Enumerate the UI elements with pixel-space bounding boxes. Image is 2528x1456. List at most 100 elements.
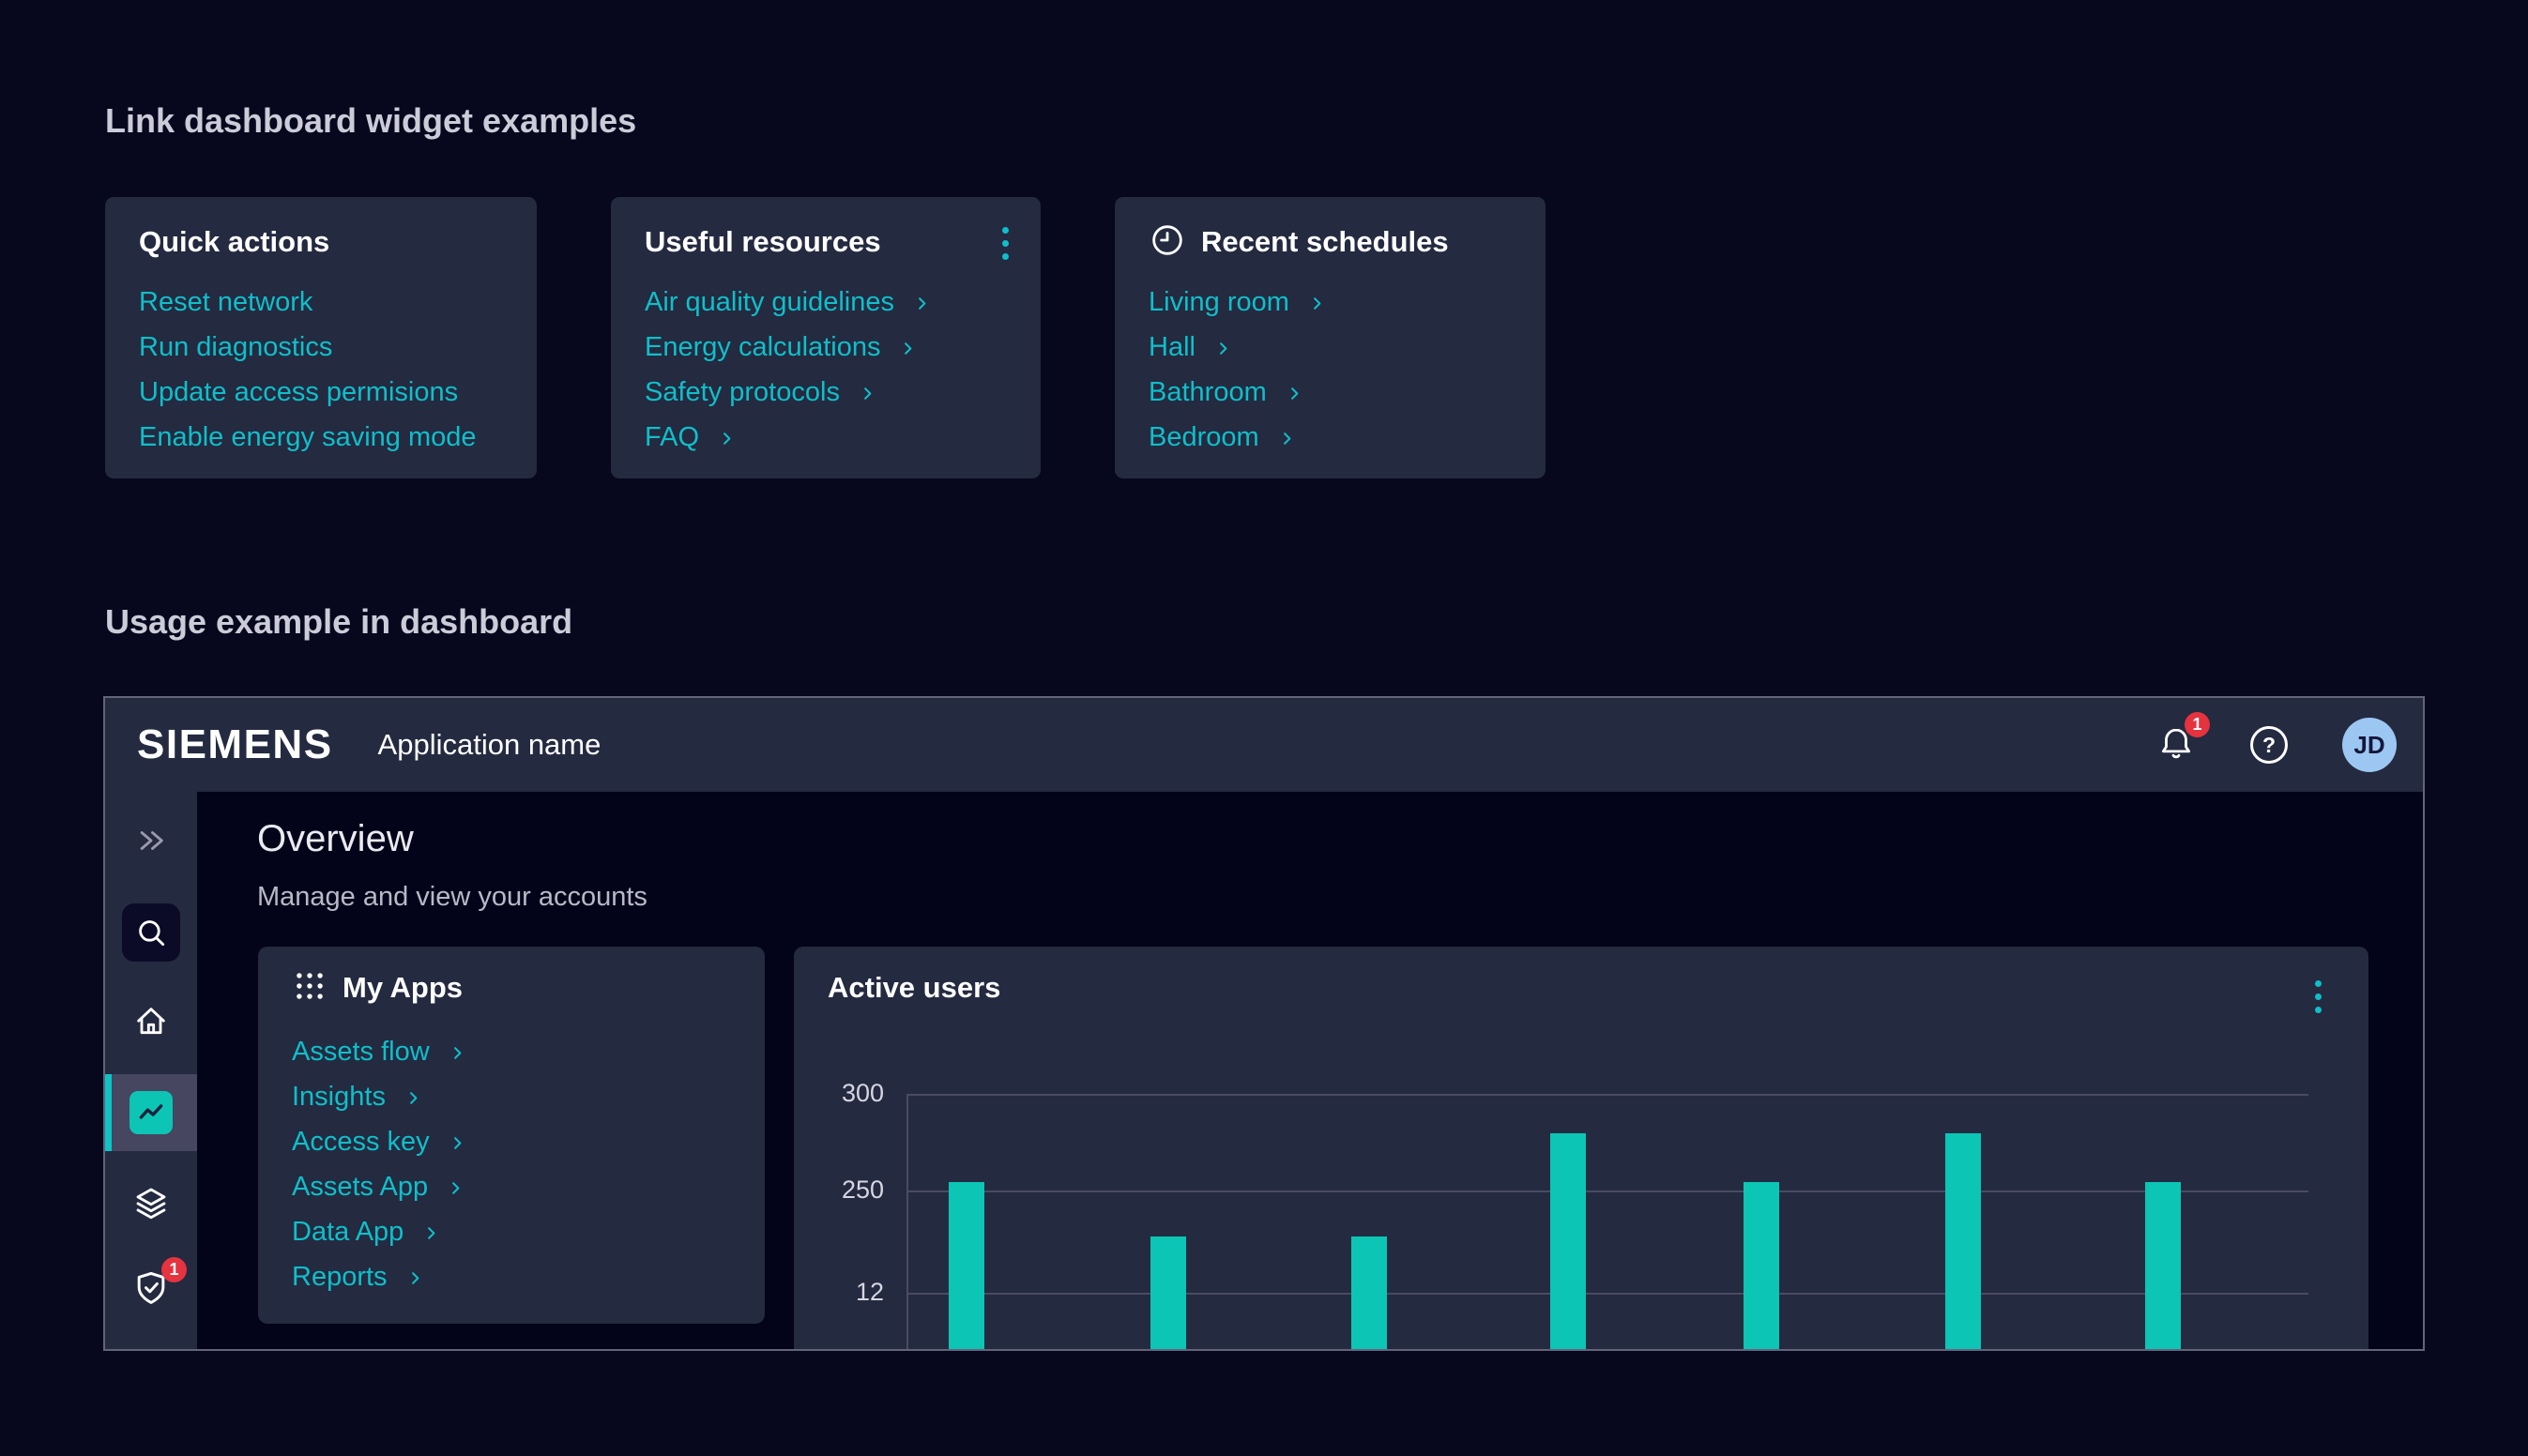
link-list: Assets flow Insights Access key Assets App D… bbox=[292, 1029, 737, 1299]
link-item: Enable energy saving mode bbox=[139, 415, 509, 460]
widget-card-recent-schedules: Recent schedules Living roomHallBathroom… bbox=[1115, 197, 1546, 478]
chevron-right-icon bbox=[445, 1177, 466, 1199]
chevron-right-icon bbox=[911, 293, 933, 314]
chevron-right-icon bbox=[447, 1132, 468, 1154]
widget-link[interactable]: Data App bbox=[292, 1217, 442, 1248]
widget-link[interactable]: Bathroom bbox=[1149, 377, 1305, 408]
widget-link[interactable]: Bedroom bbox=[1149, 422, 1298, 453]
y-tick-label: 300 bbox=[795, 1079, 884, 1108]
link-item: Energy calculations bbox=[645, 325, 1013, 370]
chevron-right-icon bbox=[897, 338, 919, 359]
my-apps-widget: My Apps Assets flowInsightsAccess keyAss… bbox=[258, 947, 765, 1324]
widget-link[interactable]: Insights bbox=[292, 1082, 424, 1113]
widget-link[interactable]: Access key bbox=[292, 1127, 468, 1158]
link-item: Assets flow bbox=[292, 1029, 737, 1074]
gridline bbox=[906, 1293, 2308, 1295]
link-item: Living room bbox=[1149, 280, 1517, 325]
widget-link[interactable]: Air quality guidelines bbox=[645, 287, 933, 318]
sidebar-item-analytics-active[interactable] bbox=[105, 1074, 197, 1151]
chevron-right-icon bbox=[857, 383, 878, 404]
double-chevron-right-icon bbox=[135, 825, 167, 859]
clock-icon bbox=[1149, 221, 1186, 264]
link-item: Data App bbox=[292, 1209, 737, 1254]
section-title-widgets: Link dashboard widget examples bbox=[105, 101, 636, 141]
widget-link[interactable]: Living room bbox=[1149, 287, 1328, 318]
widget-link[interactable]: Reset network bbox=[139, 287, 312, 318]
active-users-widget: Active users 30025012 bbox=[794, 947, 2368, 1351]
widget-link[interactable]: Enable energy saving mode bbox=[139, 422, 477, 453]
header-actions: 1 ? JD bbox=[2156, 718, 2397, 772]
link-label: FAQ bbox=[645, 422, 699, 453]
widget-link[interactable]: Update access permisions bbox=[139, 377, 458, 408]
widget-link[interactable]: FAQ bbox=[645, 422, 738, 453]
home-icon bbox=[132, 1003, 170, 1043]
link-item: Run diagnostics bbox=[139, 325, 509, 370]
link-label: Safety protocols bbox=[645, 377, 840, 408]
card-title: My Apps bbox=[343, 971, 463, 1005]
sidebar-item-layers[interactable] bbox=[105, 1181, 197, 1226]
widget-link[interactable]: Hall bbox=[1149, 332, 1234, 363]
widget-link[interactable]: Reports bbox=[292, 1262, 426, 1293]
link-item: Bedroom bbox=[1149, 415, 1517, 460]
notifications-button[interactable]: 1 bbox=[2156, 724, 2196, 766]
sidebar-expand-button[interactable] bbox=[105, 822, 197, 861]
sidebar-nav: 1 bbox=[105, 792, 197, 1349]
chevron-right-icon bbox=[403, 1087, 424, 1109]
layers-icon bbox=[131, 1183, 171, 1225]
link-item: Reset network bbox=[139, 280, 509, 325]
widget-card-quick-actions: Quick actions Reset network Run diagnosti… bbox=[105, 197, 537, 478]
apps-grid-icon bbox=[292, 968, 327, 1009]
widget-card-useful-resources: Useful resources Air quality guidelinesE… bbox=[611, 197, 1041, 478]
link-item: Air quality guidelines bbox=[645, 280, 1013, 325]
link-label: Assets flow bbox=[292, 1037, 430, 1068]
application-name: Application name bbox=[378, 728, 602, 762]
help-button[interactable]: ? bbox=[2250, 726, 2288, 764]
widget-link[interactable]: Safety protocols bbox=[645, 377, 878, 408]
trend-chart-icon bbox=[129, 1091, 173, 1134]
link-label: Bedroom bbox=[1149, 422, 1259, 453]
bar bbox=[1744, 1182, 1779, 1351]
link-item: Hall bbox=[1149, 325, 1517, 370]
link-label: Reports bbox=[292, 1262, 388, 1293]
sidebar-item-search[interactable] bbox=[105, 903, 197, 962]
section-title-usage: Usage example in dashboard bbox=[105, 602, 572, 642]
link-item: Safety protocols bbox=[645, 370, 1013, 415]
link-list: Air quality guidelines Energy calculation… bbox=[645, 280, 1013, 460]
chevron-right-icon bbox=[1306, 293, 1328, 314]
link-label: Energy calculations bbox=[645, 332, 880, 363]
sidebar-item-security[interactable]: 1 bbox=[105, 1266, 197, 1312]
kebab-menu-icon[interactable] bbox=[997, 221, 1014, 265]
y-axis-line bbox=[906, 1095, 908, 1351]
widget-link[interactable]: Energy calculations bbox=[645, 332, 919, 363]
widget-link[interactable]: Run diagnostics bbox=[139, 332, 332, 363]
security-badge: 1 bbox=[161, 1257, 187, 1282]
notification-badge: 1 bbox=[2185, 712, 2210, 737]
link-list: Reset network Run diagnostics Update acces… bbox=[139, 280, 509, 460]
link-item: Access key bbox=[292, 1119, 737, 1164]
page-subtitle: Manage and view your accounts bbox=[257, 882, 647, 913]
link-item: FAQ bbox=[645, 415, 1013, 460]
gridline bbox=[906, 1094, 2308, 1096]
chevron-right-icon bbox=[1212, 338, 1234, 359]
link-item: Insights bbox=[292, 1074, 737, 1119]
app-header: SIEMENS Application name 1 ? JD bbox=[105, 698, 2423, 792]
dashboard-screenshot: SIEMENS Application name 1 ? JD bbox=[103, 696, 2425, 1351]
card-title: Active users bbox=[828, 971, 1000, 1005]
bar bbox=[1150, 1236, 1186, 1351]
link-item: Update access permisions bbox=[139, 370, 509, 415]
kebab-menu-icon[interactable] bbox=[2309, 975, 2327, 1019]
sidebar-item-home[interactable] bbox=[105, 1000, 197, 1045]
card-title: Quick actions bbox=[139, 225, 329, 259]
chevron-right-icon bbox=[447, 1042, 468, 1064]
user-avatar[interactable]: JD bbox=[2342, 718, 2397, 772]
chevron-right-icon bbox=[1284, 383, 1305, 404]
page-title: Overview bbox=[257, 818, 414, 860]
bar bbox=[949, 1182, 984, 1351]
bar bbox=[1550, 1133, 1586, 1351]
link-label: Access key bbox=[292, 1127, 430, 1158]
link-label: Living room bbox=[1149, 287, 1289, 318]
link-label: Enable energy saving mode bbox=[139, 422, 477, 453]
question-mark-icon: ? bbox=[2250, 726, 2288, 764]
widget-link[interactable]: Assets App bbox=[292, 1172, 466, 1203]
widget-link[interactable]: Assets flow bbox=[292, 1037, 468, 1068]
